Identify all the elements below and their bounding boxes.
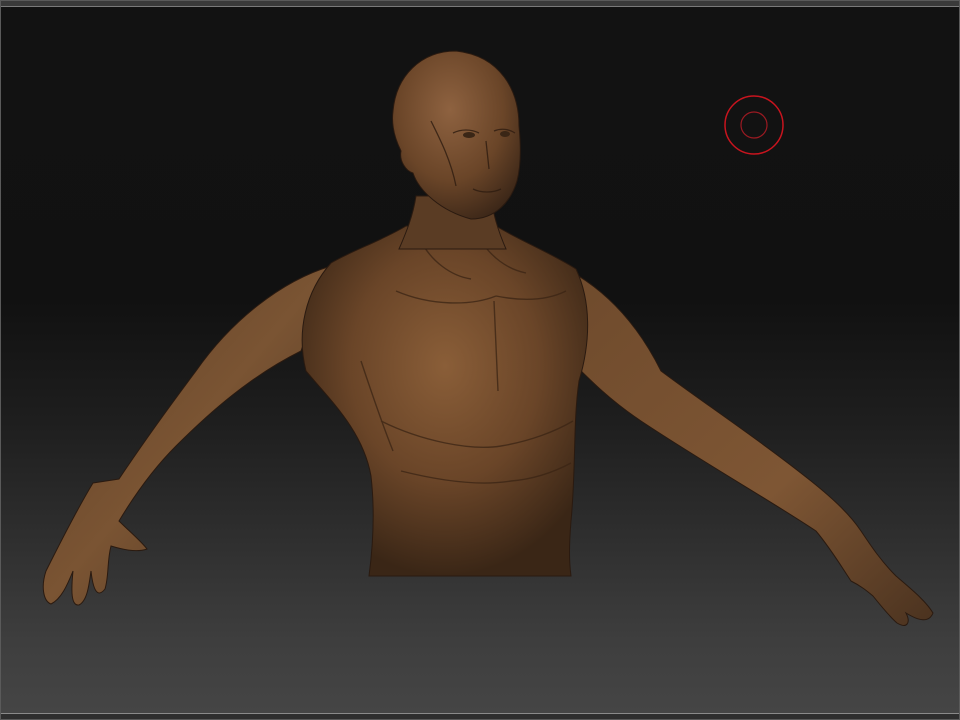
left-arm (42, 265, 332, 606)
zbrush-canvas-viewport[interactable] (0, 0, 960, 720)
canvas-bottom-border (1, 713, 959, 719)
brush-cursor-icon[interactable] (723, 94, 787, 158)
right-arm (560, 265, 934, 626)
sculpted-torso-model[interactable] (1, 1, 960, 720)
right-eye (500, 131, 510, 137)
left-eye (463, 132, 475, 138)
torso (301, 225, 589, 577)
